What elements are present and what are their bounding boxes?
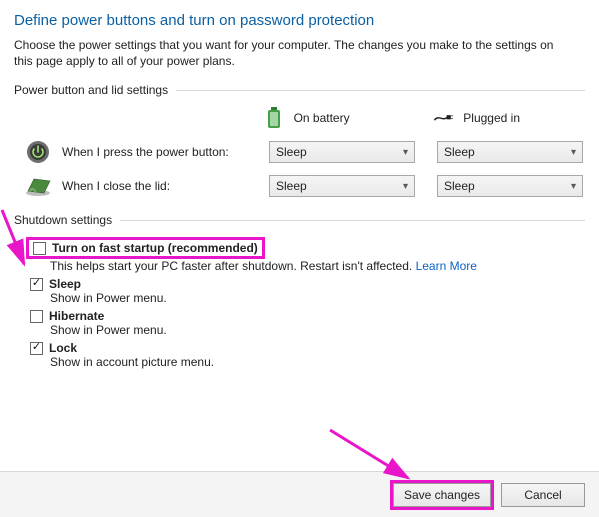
section-power-button-lid: Power button and lid settings xyxy=(14,83,168,97)
chevron-down-icon: ▾ xyxy=(571,181,576,192)
divider xyxy=(120,220,585,221)
chevron-down-icon: ▾ xyxy=(571,147,576,158)
hibernate-checkbox[interactable] xyxy=(30,310,43,323)
fast-startup-checkbox[interactable] xyxy=(33,242,46,255)
divider xyxy=(176,90,585,91)
fast-startup-highlight: Turn on fast startup (recommended) xyxy=(26,237,265,259)
fast-startup-sub: This helps start your PC faster after sh… xyxy=(50,259,416,273)
chevron-down-icon: ▾ xyxy=(403,147,408,158)
lid-icon xyxy=(24,173,52,199)
learn-more-link[interactable]: Learn More xyxy=(416,259,477,273)
cancel-button[interactable]: Cancel xyxy=(501,483,585,507)
section-shutdown: Shutdown settings xyxy=(14,213,112,227)
sleep-label: Sleep xyxy=(49,277,81,291)
col-plugged-label: Plugged in xyxy=(463,111,520,125)
power-button-plugged-select[interactable]: Sleep ▾ xyxy=(437,141,583,163)
col-battery-label: On battery xyxy=(294,111,350,125)
lock-sub: Show in account picture menu. xyxy=(50,355,585,369)
select-value: Sleep xyxy=(276,145,307,159)
page-title: Define power buttons and turn on passwor… xyxy=(14,12,585,29)
fast-startup-label: Turn on fast startup (recommended) xyxy=(52,241,258,255)
chevron-down-icon: ▾ xyxy=(403,181,408,192)
hibernate-label: Hibernate xyxy=(49,309,104,323)
select-value: Sleep xyxy=(276,179,307,193)
sleep-checkbox[interactable] xyxy=(30,278,43,291)
save-changes-button[interactable]: Save changes xyxy=(393,483,491,507)
power-button-battery-select[interactable]: Sleep ▾ xyxy=(269,141,415,163)
lid-plugged-select[interactable]: Sleep ▾ xyxy=(437,175,583,197)
power-button-icon xyxy=(24,139,52,165)
select-value: Sleep xyxy=(444,179,475,193)
plug-icon xyxy=(433,111,453,125)
hibernate-sub: Show in Power menu. xyxy=(50,323,585,337)
power-options-panel: Define power buttons and turn on passwor… xyxy=(0,0,599,517)
page-description: Choose the power settings that you want … xyxy=(14,37,574,69)
sleep-sub: Show in Power menu. xyxy=(50,291,585,305)
lid-battery-select[interactable]: Sleep ▾ xyxy=(269,175,415,197)
power-button-row-label: When I press the power button: xyxy=(62,145,229,159)
cancel-label: Cancel xyxy=(524,488,561,502)
save-changes-label: Save changes xyxy=(404,488,480,502)
battery-icon xyxy=(264,107,284,129)
select-value: Sleep xyxy=(444,145,475,159)
lock-label: Lock xyxy=(49,341,77,355)
lock-checkbox[interactable] xyxy=(30,342,43,355)
lid-row-label: When I close the lid: xyxy=(62,179,170,193)
footer-bar: Save changes Cancel xyxy=(0,471,599,517)
